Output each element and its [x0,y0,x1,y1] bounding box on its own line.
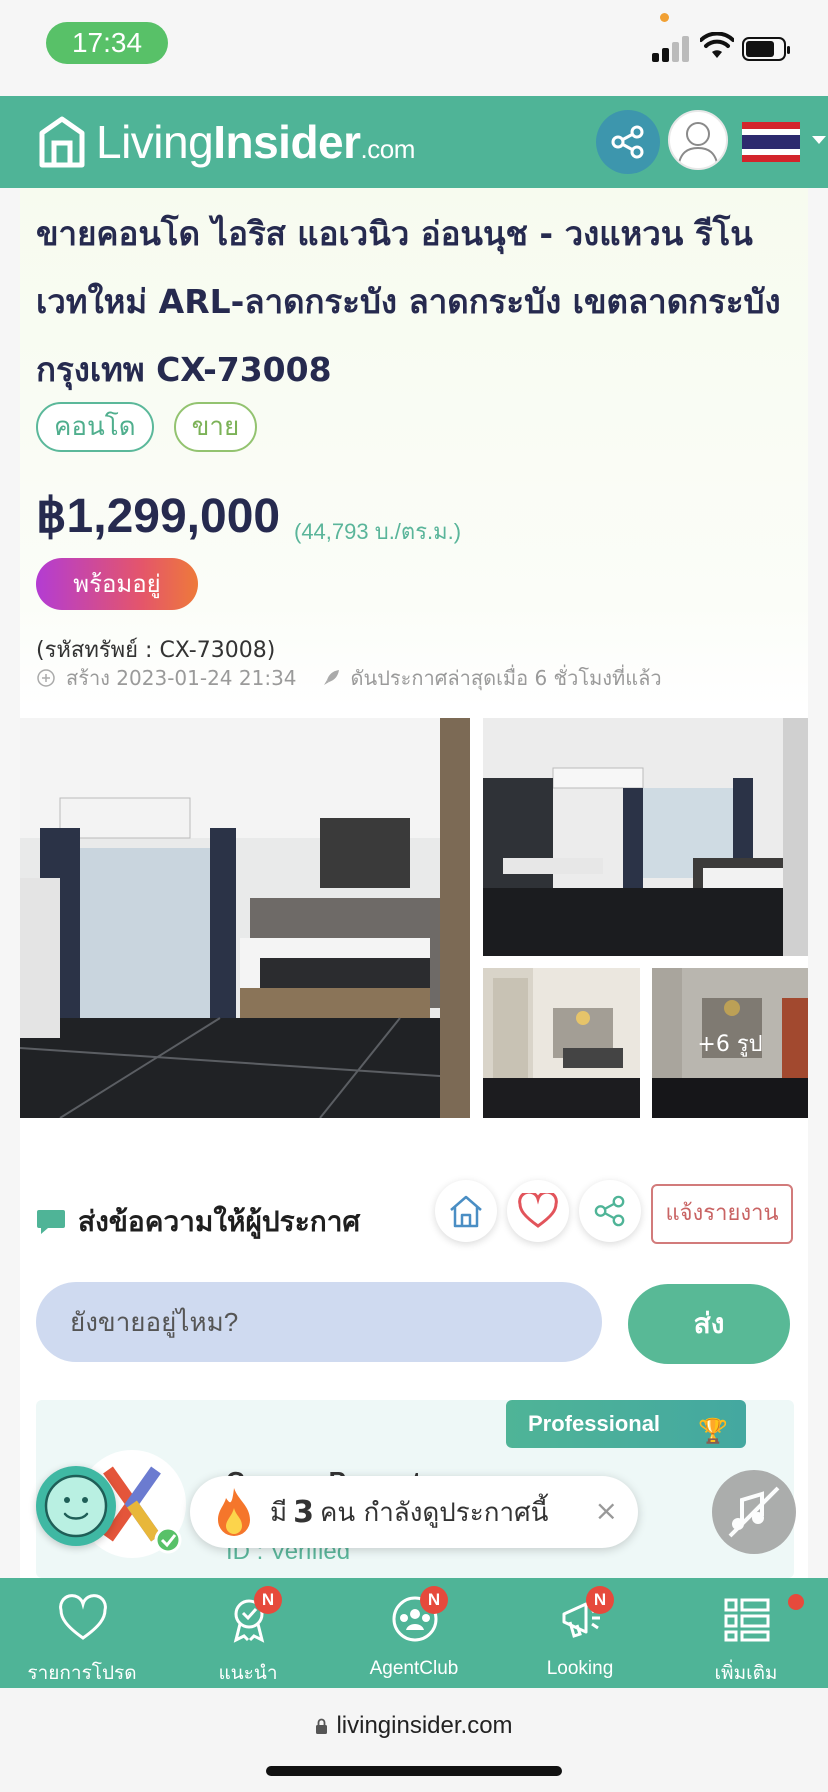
logo-house-icon [39,116,85,168]
avatar-icon [677,122,719,168]
share-icon [594,1195,625,1227]
nav-agentclub-badge: N [420,1586,448,1614]
mute-button[interactable] [712,1470,796,1554]
boosted-time: ดันประกาศล่าสุดเมื่อ 6 ชั่วโมงที่แล้ว [350,666,662,690]
nav-more-notification-dot [788,1594,804,1610]
viewers-suffix: คน กำลังดูประกาศนี้ [320,1497,549,1528]
logo-text-com: .com [360,134,416,164]
grid-list-icon [724,1598,770,1642]
url-display[interactable]: livinginsider.com [0,1712,828,1740]
professional-badge: Professional 🏆 [506,1400,746,1448]
viewers-toast: มี 3 คน กำลังดูประกาศนี้ × [190,1476,638,1548]
send-button[interactable]: ส่ง [628,1284,790,1364]
battery-icon [742,37,790,61]
nav-recommended-label: แนะนำ [218,1663,278,1684]
photo-bedroom-wide[interactable] [483,718,808,956]
nav-recommended[interactable]: N แนะนำ [178,1578,318,1688]
nav-agentclub-label: AgentClub [369,1658,459,1679]
home-indicator[interactable] [266,1766,562,1776]
logo-text-insider: Insider [213,116,361,168]
browser-url-bar[interactable]: livinginsider.com [0,1688,828,1792]
privacy-indicator-dot [660,13,669,22]
home-icon [450,1195,482,1228]
nav-agentclub[interactable]: N AgentClub [344,1578,484,1688]
photo-gallery: +6 รูป [20,718,808,1118]
lock-icon [316,1718,328,1734]
nav-looking-label: Looking [546,1658,614,1679]
site-logo[interactable]: LivingInsider.com [38,112,415,172]
professional-badge-label: Professional [528,1411,661,1436]
share-button[interactable] [579,1180,641,1242]
share-icon [611,125,644,159]
language-dropdown-caret-icon[interactable] [812,136,826,144]
status-time: 17:34 [46,22,168,64]
viewers-count: 3 [293,1494,315,1530]
rocket-icon [323,670,339,685]
chat-bubble-icon [37,1210,65,1234]
thailand-flag-icon[interactable] [742,122,800,162]
listing-card: ขายคอนโด ไอริส แอเวนิว อ่อนนุช - วงแหวน … [20,188,808,1578]
created-date: สร้าง 2023-01-24 21:34 [66,666,297,690]
price-per-sqm: (44,793 บ./ตร.ม.) [294,519,462,544]
bottom-navigation: รายการโปรด N แนะนำ N AgentClub N Looking… [0,1578,828,1688]
contact-title-text: ส่งข้อความให้ผู้ประกาศ [78,1205,361,1238]
status-bar: 17:34 [0,0,828,96]
nav-favorites[interactable]: รายการโปรด [12,1578,152,1688]
message-input[interactable] [36,1282,602,1362]
nav-looking-badge: N [586,1586,614,1614]
plus-circle-icon [37,669,55,687]
more-photos-count[interactable]: +6 รูป [652,968,808,1118]
user-avatar-button[interactable] [668,110,728,170]
photo-main-bedroom[interactable] [20,718,470,1118]
tag-condo[interactable]: คอนโด [36,402,154,452]
heart-icon [59,1594,107,1640]
tag-sale[interactable]: ขาย [173,402,258,452]
header-share-button[interactable] [596,110,660,174]
favorite-button[interactable] [507,1180,569,1242]
trophy-icon: 🏆 [698,1418,728,1445]
heart-icon [518,1193,558,1228]
nav-looking[interactable]: N Looking [510,1578,650,1688]
wifi-icon [700,32,734,58]
cellular-signal-icon [652,34,692,62]
nav-favorites-label: รายการโปรด [27,1663,137,1684]
mute-icon [728,1486,780,1538]
listing-meta: สร้าง 2023-01-24 21:34 ดันประกาศล่าสุดเม… [36,662,662,694]
photo-kitchen[interactable] [483,968,640,1118]
logo-text-living: Living [96,116,214,168]
photo-dining-more[interactable]: +6 รูป [652,968,808,1118]
nav-recommended-badge: N [254,1586,282,1614]
url-text: livinginsider.com [336,1712,513,1739]
listing-title: ขายคอนโด ไอริส แอเวนิว อ่อนนุช - วงแหวน … [36,214,781,389]
close-icon[interactable]: × [595,1494,618,1527]
report-button[interactable]: แจ้งรายงาน [651,1184,793,1244]
smiley-face-icon [44,1474,108,1538]
contact-section-title: ส่งข้อความให้ผู้ประกาศ [36,1200,360,1244]
viewers-prefix: มี [270,1497,288,1528]
listing-tags: คอนโด ขาย [36,402,258,452]
chat-assistant-button[interactable] [36,1466,116,1546]
ready-status-badge: พร้อมอยู่ [36,558,198,610]
home-button[interactable] [435,1180,497,1242]
listing-price: ฿1,299,000 [36,490,281,543]
page: 17:34 LivingInsider.com ขายคอนโด ไอริส แ… [0,0,828,1792]
nav-more-label: เพิ่มเติม [714,1663,778,1684]
fire-icon [218,1488,250,1536]
site-header: LivingInsider.com [0,96,828,188]
